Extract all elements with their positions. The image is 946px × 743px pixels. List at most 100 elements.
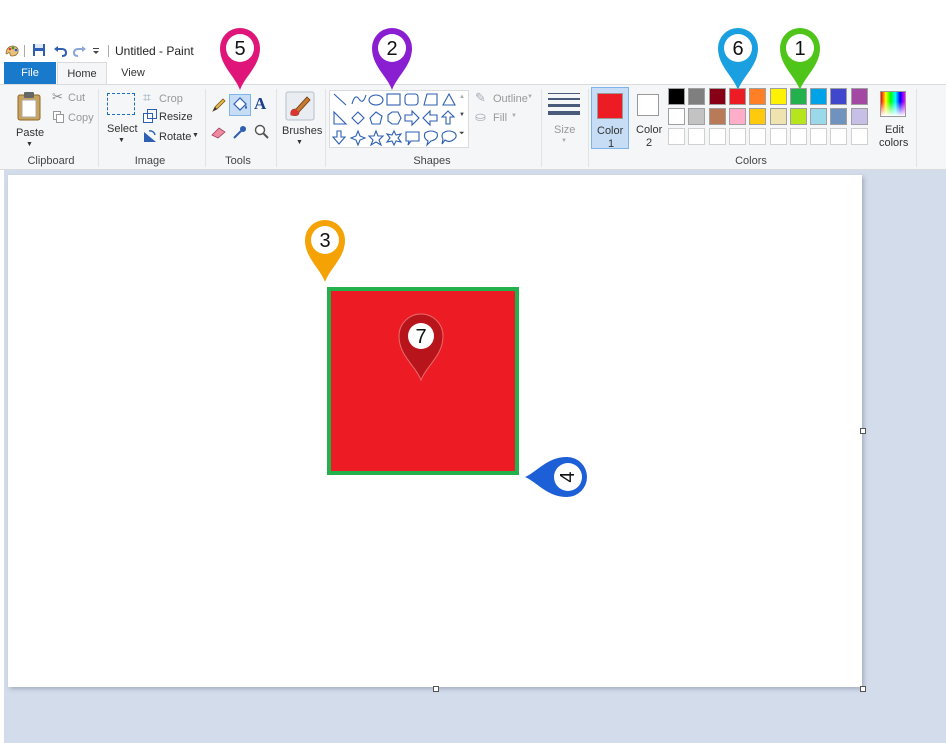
title-separator-2 <box>108 45 109 57</box>
crop-label: Crop <box>159 93 183 105</box>
marker-6-label: 6 <box>732 38 743 60</box>
marker-2: 2 <box>372 28 412 90</box>
pencil-icon[interactable] <box>210 96 228 114</box>
custom-color-slot[interactable] <box>789 128 807 145</box>
custom-color-slot[interactable] <box>850 128 868 145</box>
rotate-icon <box>144 130 156 142</box>
color-swatch[interactable] <box>668 108 685 125</box>
resize-handle-corner[interactable] <box>860 686 866 692</box>
fill-button[interactable]: ⛀ Fill ▼ <box>475 109 521 126</box>
marker-6: 6 <box>718 28 758 90</box>
color2-swatch <box>637 94 659 116</box>
chevron-down-icon: ▼ <box>527 94 533 100</box>
color2-label: Color <box>636 124 663 136</box>
outline-button[interactable]: ✎ Outline ▼ <box>475 90 537 107</box>
brush-icon <box>285 91 315 121</box>
marker-3: 3 <box>305 220 345 282</box>
redo-icon[interactable] <box>73 43 87 57</box>
color-swatch[interactable] <box>688 88 706 105</box>
tab-file[interactable]: File <box>4 62 56 84</box>
color-swatch[interactable] <box>830 108 848 125</box>
color-spectrum-icon <box>880 91 906 117</box>
paint-app-icon[interactable] <box>4 43 20 59</box>
shapes-scroll-down[interactable]: ▼ <box>459 112 465 118</box>
crop-icon: ⌗ <box>143 89 151 105</box>
custom-color-slot[interactable] <box>688 128 706 145</box>
color-swatch[interactable] <box>850 108 868 125</box>
custom-color-slot[interactable] <box>728 128 746 145</box>
chevron-down-icon: ▼ <box>192 132 199 139</box>
chevron-down-icon: ▼ <box>296 139 303 146</box>
color-swatch[interactable] <box>830 88 848 105</box>
custom-color-slot[interactable] <box>749 128 767 145</box>
undo-icon[interactable] <box>53 43 67 57</box>
paste-label: Paste <box>16 127 45 139</box>
marker-1-label: 1 <box>794 38 805 60</box>
resize-handle-right[interactable] <box>860 428 866 434</box>
chevron-down-icon: ▼ <box>118 137 125 144</box>
crop-button[interactable]: ⌗ Crop <box>142 89 192 106</box>
color2-number: 2 <box>646 137 653 149</box>
color-swatch[interactable] <box>728 108 746 125</box>
select-label: Select <box>107 123 138 135</box>
color-swatch[interactable] <box>789 108 807 125</box>
shapes-scroll-up[interactable]: ▲ <box>459 94 465 100</box>
select-button[interactable]: Select ▼ <box>104 91 138 147</box>
tab-view[interactable]: View <box>110 62 156 84</box>
copy-button[interactable]: Copy <box>52 111 94 125</box>
brushes-button[interactable]: Brushes ▼ <box>280 89 323 147</box>
edit-colors-label: Edit <box>885 124 904 136</box>
cut-button[interactable]: ✂ Cut <box>52 89 92 105</box>
resize-button[interactable]: Resize <box>142 109 196 125</box>
marker-1: 1 <box>780 28 820 90</box>
edit-colors-label-2: colors <box>879 137 909 149</box>
separator <box>541 89 542 167</box>
shapes-group-label: Shapes <box>413 155 451 167</box>
save-icon[interactable] <box>32 43 46 57</box>
resize-handle-bottom[interactable] <box>433 686 439 692</box>
shapes-expand[interactable]: ⏷ <box>459 130 465 138</box>
paint-bucket-icon <box>233 97 247 111</box>
paste-button[interactable]: Paste ▼ <box>12 89 46 148</box>
eraser-icon[interactable] <box>210 125 228 139</box>
color-swatch[interactable] <box>769 108 787 125</box>
tab-home[interactable]: Home <box>57 62 107 84</box>
copy-icon <box>53 111 64 123</box>
color-swatch[interactable] <box>850 88 868 105</box>
color-swatch[interactable] <box>668 88 685 105</box>
customize-quick-access-icon[interactable] <box>92 47 100 55</box>
custom-color-slot[interactable] <box>769 128 787 145</box>
rotate-button[interactable]: Rotate ▼ <box>142 129 200 145</box>
size-label: Size <box>554 124 576 136</box>
fill-with-color-button[interactable] <box>229 94 251 116</box>
marker-7: 7 <box>398 313 444 382</box>
marker-7-label: 7 <box>415 326 426 348</box>
color-swatch[interactable] <box>708 108 726 125</box>
color2-button[interactable]: Color 2 <box>631 87 667 149</box>
color-swatch[interactable] <box>810 108 828 125</box>
color1-label: Color <box>597 125 624 137</box>
copy-label: Copy <box>68 112 94 124</box>
color-swatch[interactable] <box>688 108 706 125</box>
custom-color-slot[interactable] <box>830 128 848 145</box>
shapes-gallery[interactable] <box>329 90 469 148</box>
color-swatch[interactable] <box>749 108 767 125</box>
color1-button[interactable]: Color 1 <box>591 87 629 150</box>
brushes-label: Brushes <box>282 125 323 137</box>
edit-colors-button[interactable]: Edit colors <box>874 89 912 149</box>
separator <box>325 89 326 167</box>
custom-color-slot[interactable] <box>810 128 828 145</box>
size-button[interactable]: Size ▼ <box>545 89 583 149</box>
outline-icon: ✎ <box>475 90 486 105</box>
custom-color-slot[interactable] <box>668 128 685 145</box>
text-tool-icon[interactable]: A <box>254 94 266 114</box>
chevron-down-icon: ▼ <box>26 141 33 148</box>
chevron-down-icon: ▼ <box>511 113 517 119</box>
resize-label: Resize <box>159 111 193 123</box>
rotate-label: Rotate <box>159 131 192 143</box>
separator <box>276 89 277 167</box>
magnifier-icon[interactable] <box>254 124 270 140</box>
window-title: Untitled - Paint <box>115 44 194 58</box>
custom-color-slot[interactable] <box>708 128 726 145</box>
color-picker-icon[interactable] <box>232 124 248 140</box>
